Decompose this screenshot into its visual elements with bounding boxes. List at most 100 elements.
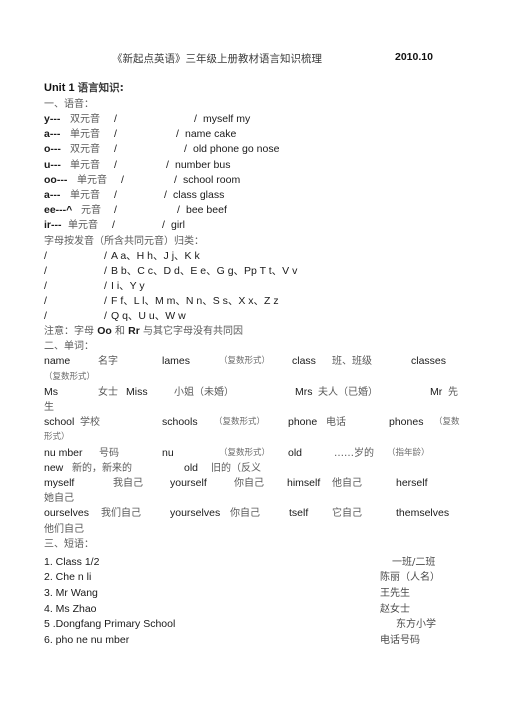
word-cn: （复数形式） <box>219 356 271 367</box>
word-cn: 夫人（已婚） <box>318 386 378 398</box>
word-cn: 号码 <box>99 447 119 459</box>
word-cn: 女士 <box>98 386 118 398</box>
letter-group-row: / / B b、C c、D d、E e、G g、Pp T t、V v <box>44 264 464 279</box>
phonetic-type: 双元音 <box>70 144 100 156</box>
unit-heading-cn: 语言知识: <box>77 82 124 94</box>
phrase-cn: 赵女士 <box>380 603 410 615</box>
phonetic-slash-close: / <box>184 143 187 156</box>
phonetic-letter: u--- <box>44 158 61 171</box>
word-cn: 名字 <box>98 356 118 368</box>
word-row: new 新的，新来的 old 旧的（反义 <box>44 461 464 476</box>
word-cn: 我们自己 <box>101 508 141 520</box>
letters-classification-label: 字母按发音（所含共同元音）归类： <box>44 235 204 247</box>
section-label-words: 二、单词： <box>44 341 94 353</box>
phonetic-slash-close: / <box>194 113 197 125</box>
phonetic-slash-close: / <box>174 173 177 186</box>
word-en: old <box>288 446 303 459</box>
letters-note: 注意：字母 Oo 和 Rr 与其它字母没有共同因 <box>44 324 464 339</box>
phonetic-words: old phone go nose <box>193 143 280 156</box>
phrase-en: 4. Ms Zhao <box>44 602 97 615</box>
phonetic-letter: a--- <box>44 128 61 141</box>
phonetic-row: ir--- 单元音 / / girl <box>44 218 464 233</box>
letter-group-slash-open: / <box>44 310 47 323</box>
word-en: new <box>44 461 64 474</box>
phonetic-letter: o--- <box>44 143 61 156</box>
word-en: classes <box>411 355 447 368</box>
phonetic-slash-close: / <box>162 219 165 232</box>
phonetic-slash-close: / <box>164 188 167 201</box>
phrases-list: 1. Class 1/2 一班/二班 2. Che n li 陈丽（人名） 3.… <box>44 555 464 649</box>
word-en: lames <box>162 355 191 368</box>
phonetic-letter: ir--- <box>44 219 62 232</box>
word-en: yourself <box>170 476 207 489</box>
letter-group-slash-open: / <box>44 279 47 292</box>
word-row: ourselves 我们自己 yourselves 你自己 tself 它自己 … <box>44 506 464 521</box>
letter-groups-list: / / A a、H h、J j、K k / / B b、C c、D d、E e、… <box>44 249 464 325</box>
phonetic-slash-close: / <box>176 128 179 141</box>
phrase-cn: 电话号码 <box>380 634 420 646</box>
word-en: nu mber <box>44 446 83 459</box>
word-cn: 我自己 <box>113 477 143 489</box>
letter-group-slash-open: / <box>44 264 47 277</box>
document-header: 《新起点英语》三年级上册教材语言知识梳理 2010.10 <box>44 50 464 70</box>
phonetic-type: 单元音 <box>70 159 100 171</box>
section-label-phonetics: 一、语音： <box>44 99 94 110</box>
phrase-row: 2. Che n li 陈丽（人名） <box>44 570 464 586</box>
word-row-wrap: 她自己 <box>44 493 74 505</box>
phonetic-row: ee---^ 元音 / / bee beef <box>44 203 464 218</box>
word-cn: （复数形式） <box>219 447 271 458</box>
letter-group-letters: Q q、U u、W w <box>111 310 186 323</box>
word-cn: 电话 <box>326 417 346 429</box>
phonetic-row: y--- 双元音 / / myself my <box>44 112 464 127</box>
phrase-cn: 一班/二班 <box>392 556 436 568</box>
word-en: class <box>292 355 316 368</box>
word-row: Ms 女士 Miss 小姐（未婚） Mrs 夫人（已婚） Mr 先 <box>44 385 464 400</box>
phonetic-slash-open: / <box>114 204 117 217</box>
word-en: Ms <box>44 385 58 398</box>
word-cn: 学校 <box>80 417 100 429</box>
letters-note-rr: Rr <box>128 325 140 338</box>
phonetic-type: 单元音 <box>70 189 100 201</box>
phrase-en: 6. pho ne nu mber <box>44 633 130 646</box>
word-en: himself <box>287 476 321 489</box>
phonetic-row: u--- 单元音 / / number bus <box>44 158 464 173</box>
word-en: themselves <box>396 507 450 520</box>
phonetic-row: o--- 双元音 / / old phone go nose <box>44 142 464 157</box>
phonetic-words: bee beef <box>186 204 227 217</box>
letter-group-slash-close: / <box>104 264 107 277</box>
words-list: name 名字 lames （复数形式） class 班、班级 classes … <box>44 354 464 536</box>
phonetic-letter: ee---^ <box>44 204 76 217</box>
phrase-row: 6. pho ne nu mber 电话号码 <box>44 633 464 649</box>
word-cn: 它自己 <box>332 508 362 520</box>
phrase-en: 2. Che n li <box>44 571 92 584</box>
word-cn: （指年龄） <box>387 447 430 458</box>
word-row-wrap: 他们自己 <box>44 523 84 535</box>
phonetic-row: oo--- 单元音 / / school room <box>44 173 464 188</box>
phrase-row: 5 .Dongfang Primary School 东方小学 <box>44 617 464 633</box>
unit-heading: Unit 1 语言知识: <box>44 79 464 96</box>
phrase-cn: 东方小学 <box>396 619 436 631</box>
phonetic-slash-open: / <box>112 219 115 232</box>
word-cn: 你自己 <box>230 508 260 520</box>
phonetic-type: 单元音 <box>68 220 98 232</box>
phrase-cn: 王先生 <box>380 587 410 599</box>
letter-group-slash-close: / <box>104 249 107 262</box>
phonetic-type: 单元音 <box>70 129 100 141</box>
word-en: phones <box>389 416 424 429</box>
document-content: 《新起点英语》三年级上册教材语言知识梳理 2010.10 Unit 1 语言知识… <box>44 50 464 648</box>
document-date: 2010.10 <box>395 51 433 63</box>
phonetic-words: myself my <box>203 113 251 125</box>
letter-group-slash-close: / <box>104 279 107 292</box>
word-cn: 你自己 <box>234 477 264 489</box>
word-cn: 先 <box>448 386 458 398</box>
phrase-en: 1. Class 1/2 <box>44 555 100 568</box>
letter-group-letters: A a、H h、J j、K k <box>111 249 200 262</box>
letters-note-mid: 和 <box>111 326 129 338</box>
letter-group-letters: B b、C c、D d、E e、G g、Pp T t、V v <box>111 264 298 277</box>
word-row: myself 我自己 yourself 你自己 himself 他自己 hers… <box>44 476 464 491</box>
word-en: name <box>44 355 71 368</box>
phonetic-words: girl <box>171 219 186 232</box>
phrase-row: 4. Ms Zhao 赵女士 <box>44 602 464 618</box>
phonetic-slash-open: / <box>114 143 117 156</box>
letter-group-row: / / A a、H h、J j、K k <box>44 249 464 264</box>
